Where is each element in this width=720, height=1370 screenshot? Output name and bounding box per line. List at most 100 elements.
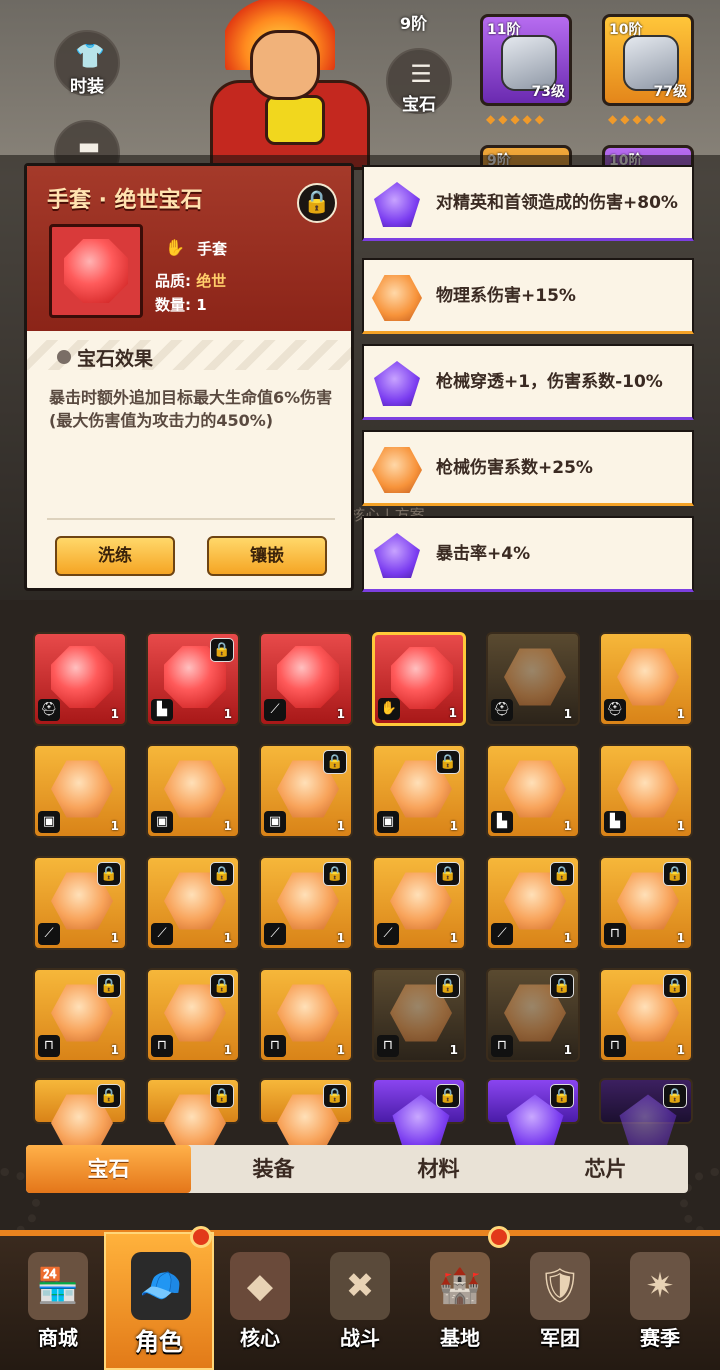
red-gem-icon xyxy=(51,646,113,708)
gem-cell[interactable]: ⛑ 1 xyxy=(33,632,127,726)
gem-cell[interactable]: 🔒 xyxy=(33,1078,127,1152)
armguard-slot-icon: ⟋ xyxy=(264,923,286,945)
hero-chest-armor xyxy=(265,95,325,145)
nav-season[interactable]: ✷ 赛季 xyxy=(610,1240,710,1360)
lock-icon: 🔒 xyxy=(323,750,347,774)
equip-star-pips: ◆◆◆◆◆ xyxy=(486,112,548,126)
equip-slot-2[interactable]: 10阶 77级 xyxy=(602,14,694,106)
gem-cell[interactable]: 🔒 ⊓ 1 xyxy=(599,856,693,950)
tab-materials[interactable]: 材料 xyxy=(356,1145,521,1193)
season-icon: ✷ xyxy=(630,1252,690,1320)
tab-chips[interactable]: 芯片 xyxy=(523,1145,688,1193)
nav-label: 战斗 xyxy=(340,1326,380,1350)
gem-detail-card: 手套 · 绝世宝石 🔒 ✋ 手套 品质: 绝世 数量: 1 宝石效果 暴击时额外… xyxy=(24,163,354,591)
gem-cell[interactable]: ▙ 1 xyxy=(486,744,580,838)
gem-cell[interactable]: 🔒 ⟋ 1 xyxy=(486,856,580,950)
lock-button[interactable]: 🔒 xyxy=(297,183,337,223)
gem-cell[interactable]: 🔒 ⊓ 1 xyxy=(146,968,240,1062)
gem-cell[interactable]: 🔒 ⟋ 1 xyxy=(33,856,127,950)
orange-gem-icon xyxy=(164,760,226,818)
gem-count: 1 xyxy=(336,819,345,833)
gem-cell[interactable]: 🔒 ⊓ 1 xyxy=(372,968,466,1062)
purple-gem-icon xyxy=(374,182,420,227)
orange-gem-icon xyxy=(372,447,422,493)
notification-badge xyxy=(488,1226,510,1248)
gem-cell[interactable]: ⛑ 1 xyxy=(599,632,693,726)
costume-label: 时装 xyxy=(70,77,104,97)
gem-cell[interactable]: ▣ 1 xyxy=(146,744,240,838)
nav-battle[interactable]: ✖ 战斗 xyxy=(310,1240,410,1360)
gem-count: 1 xyxy=(110,707,119,721)
gem-cell[interactable]: ⛑ 1 xyxy=(486,632,580,726)
refine-button[interactable]: 洗练 xyxy=(55,536,175,576)
gem-cell[interactable]: ⟋ 1 xyxy=(259,632,353,726)
gem-cell[interactable]: 🔒 xyxy=(486,1078,580,1151)
lock-icon: 🔒 xyxy=(323,862,347,886)
gem-count: 1 xyxy=(563,819,572,833)
gem-cell[interactable]: 🔒 xyxy=(146,1078,240,1152)
gem-cell[interactable]: 🔒 ⟋ 1 xyxy=(259,856,353,950)
count-label: 数量: xyxy=(155,296,191,314)
nav-character[interactable]: 🧢 角色 xyxy=(104,1232,214,1370)
boots-slot-icon: ▙ xyxy=(491,811,513,833)
equip-slot-1[interactable]: 11阶 73级 xyxy=(480,14,572,106)
gem-cell[interactable]: 🔒 ▣ 1 xyxy=(259,744,353,838)
gem-cell[interactable]: 🔒 ⊓ 1 xyxy=(486,968,580,1062)
stat-row: 对精英和首领造成的伤害+80% xyxy=(362,165,694,241)
equip-star-pips: ◆◆◆◆◆ xyxy=(608,112,670,126)
gem-count: 1 xyxy=(676,1043,685,1057)
gem-cell[interactable]: 🔒 ⊓ 1 xyxy=(599,968,693,1062)
divider xyxy=(47,518,335,520)
lock-icon: 🔒 xyxy=(210,974,234,998)
armor-slot-icon: ▣ xyxy=(264,811,286,833)
stat-text: 暴击率+4% xyxy=(436,543,531,564)
costume-button[interactable]: 👕 时装 xyxy=(54,30,120,97)
lock-icon: 🔒 xyxy=(436,750,460,774)
gem-cell[interactable]: 🔒 ⟋ 1 xyxy=(146,856,240,950)
gem-title: 手套 · 绝世宝石 xyxy=(47,188,203,213)
legion-icon: 🛡 xyxy=(530,1252,590,1320)
gem-cell[interactable]: ✋ 1 xyxy=(372,632,466,726)
lock-icon: 🔒 xyxy=(323,1084,347,1108)
gem-count: 1 xyxy=(223,707,232,721)
glove-icon: ✋ xyxy=(165,238,185,257)
gem-cell[interactable]: 🔒 ▙ 1 xyxy=(146,632,240,726)
stat-text: 枪械伤害系数+25% xyxy=(436,457,593,478)
nav-legion[interactable]: 🛡 军团 xyxy=(510,1240,610,1360)
gem-cell[interactable]: 🔒 xyxy=(599,1078,693,1151)
gem-cell[interactable]: 🔒 ▣ 1 xyxy=(372,744,466,838)
orange-gem-icon xyxy=(277,984,339,1042)
gem-cell[interactable]: ⊓ 1 xyxy=(259,968,353,1062)
armguard-slot-icon: ⟋ xyxy=(264,699,286,721)
lock-icon: 🔒 xyxy=(663,974,687,998)
gem-cell[interactable]: ▙ 1 xyxy=(599,744,693,838)
gem-cell[interactable]: 🔒 xyxy=(259,1078,353,1152)
gem-count: 1 xyxy=(449,819,458,833)
stat-text: 枪械穿透+1，伤害系数-10% xyxy=(436,371,663,392)
gem-button[interactable]: ☰ 宝石 xyxy=(386,48,452,115)
gem-count: 1 xyxy=(223,819,232,833)
orange-gem-icon xyxy=(617,760,679,818)
gem-cell[interactable]: 🔒 xyxy=(372,1078,466,1151)
boots-slot-icon: ▙ xyxy=(151,699,173,721)
gem-cell[interactable]: 🔒 ⊓ 1 xyxy=(33,968,127,1062)
gem-slot-name: 手套 xyxy=(197,240,228,258)
nav-core[interactable]: ◆ 核心 xyxy=(210,1240,310,1360)
lock-icon: 🔒 xyxy=(663,1084,687,1108)
tab-equipment[interactable]: 装备 xyxy=(191,1145,356,1193)
inventory-tabs: 宝石 装备 材料 芯片 xyxy=(26,1145,688,1193)
nav-label: 商城 xyxy=(38,1326,78,1350)
gem-cell[interactable]: ▣ 1 xyxy=(33,744,127,838)
gem-count: 1 xyxy=(336,707,345,721)
gem-count: 1 xyxy=(563,931,572,945)
nav-base[interactable]: 🏰 基地 xyxy=(410,1240,510,1360)
gem-cell[interactable]: 🔒 ⟋ 1 xyxy=(372,856,466,950)
character-icon: 🧢 xyxy=(131,1252,191,1320)
tab-gem[interactable]: 宝石 xyxy=(26,1145,191,1193)
stat-row: 枪械伤害系数+25% xyxy=(362,430,694,506)
inlay-button[interactable]: 镶嵌 xyxy=(207,536,327,576)
lock-icon: 🔒 xyxy=(97,974,121,998)
quality-value: 绝世 xyxy=(196,272,227,290)
base-icon: 🏰 xyxy=(430,1252,490,1320)
nav-shop[interactable]: 🏪 商城 xyxy=(8,1240,108,1360)
